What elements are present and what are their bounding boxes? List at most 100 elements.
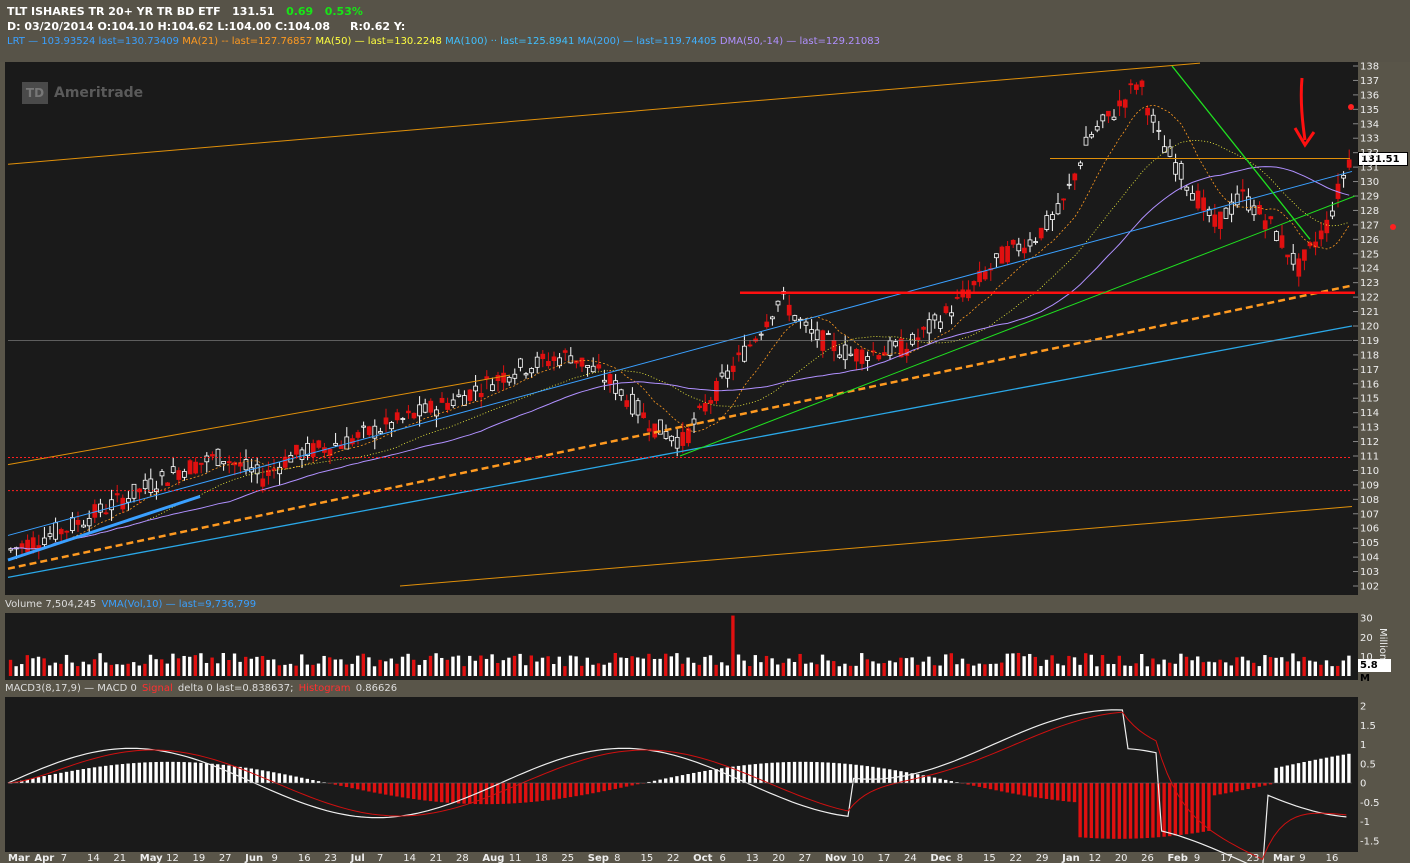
candle-body xyxy=(1010,239,1016,245)
price-tick-label: 107 xyxy=(1360,509,1379,520)
channel-upper-line xyxy=(7,62,1201,165)
volume-bar xyxy=(244,656,248,676)
macd-histogram-bar xyxy=(983,783,987,789)
uptrend-thick-line xyxy=(7,495,201,562)
volume-bar xyxy=(64,654,69,676)
volume-bar xyxy=(496,662,500,676)
volume-tick-label: 20 xyxy=(1360,633,1373,644)
price-tick-label: 133 xyxy=(1360,134,1379,145)
volume-bar xyxy=(512,655,517,676)
volume-bar xyxy=(350,663,354,676)
x-axis-label: 7 xyxy=(377,853,383,863)
x-axis-label: 27 xyxy=(219,853,232,863)
macd-histogram-bar xyxy=(210,763,214,783)
volume-bar xyxy=(221,653,225,676)
volume-bar xyxy=(580,665,584,676)
candle-body xyxy=(949,312,954,317)
volume-bar xyxy=(921,661,925,676)
macd-histogram-bar xyxy=(1095,783,1099,839)
macd-histogram-bar xyxy=(160,761,164,783)
macd-tick-label: -0.5 xyxy=(1360,798,1380,809)
macd-histogram-bar xyxy=(193,762,197,783)
candle-body xyxy=(585,365,590,368)
volume-bar xyxy=(910,657,914,676)
candle-body xyxy=(1066,183,1072,186)
volume-bar xyxy=(826,660,830,676)
macd-histogram-bar xyxy=(608,783,612,791)
macd-histogram-bar xyxy=(92,767,97,783)
macd-histogram-bar xyxy=(994,783,998,791)
candle-body xyxy=(1302,249,1307,261)
candle-body xyxy=(859,349,865,364)
volume-bar xyxy=(764,655,769,676)
macd-tick-label: 1 xyxy=(1360,740,1366,751)
candle-body xyxy=(1346,159,1352,168)
candle-body xyxy=(1089,134,1094,138)
ma200-line xyxy=(7,325,1353,578)
candle-body xyxy=(1139,80,1145,87)
candle-body xyxy=(1195,190,1201,209)
price-tick-label: 110 xyxy=(1360,466,1379,477)
macd-histogram-bar xyxy=(563,783,567,798)
candle-body xyxy=(1033,241,1038,243)
x-axis-label: Nov xyxy=(825,853,847,863)
volume-bar xyxy=(1151,658,1155,676)
volume-bar xyxy=(59,663,63,676)
x-axis-label: 22 xyxy=(667,853,680,863)
candle-body xyxy=(389,422,394,430)
volume-bar xyxy=(434,653,438,676)
x-axis-label: 12 xyxy=(1088,853,1101,863)
candle-body xyxy=(1078,162,1083,166)
candle-body xyxy=(1190,193,1195,201)
volume-bar xyxy=(36,656,41,676)
macd-histogram-bar xyxy=(776,762,780,783)
x-axis-label: 9 xyxy=(1299,853,1305,863)
volume-bar xyxy=(1263,655,1267,676)
volume-bar xyxy=(333,659,337,676)
price-tick-label: 129 xyxy=(1360,192,1379,203)
volume-bar xyxy=(266,659,270,676)
price-tick-label: 117 xyxy=(1360,365,1379,376)
price-tick-label: 135 xyxy=(1360,105,1379,116)
candle-body xyxy=(742,345,747,362)
volume-bar xyxy=(1089,654,1093,676)
macd-tick-label: 0 xyxy=(1360,779,1366,790)
ma50-line xyxy=(10,140,1350,550)
macd-histogram-bar xyxy=(507,783,511,804)
macd-histogram-bar xyxy=(1084,783,1088,838)
candle-body xyxy=(652,423,658,438)
macd-histogram-bar xyxy=(1341,754,1345,783)
dma-line xyxy=(10,166,1350,550)
macd-histogram-bar xyxy=(154,761,158,783)
price-tick-label: 136 xyxy=(1360,90,1379,101)
macd-histogram-bar xyxy=(445,783,449,803)
macd-histogram-bar xyxy=(815,762,819,783)
lrt-line xyxy=(7,170,1353,536)
x-axis-label: 12 xyxy=(166,853,179,863)
candle-body xyxy=(1100,114,1106,122)
volume-bar xyxy=(277,665,281,676)
candle-body xyxy=(1268,216,1274,220)
macd-histogram-bar xyxy=(714,769,718,783)
candle-body xyxy=(86,518,92,527)
x-axis-label: 13 xyxy=(746,853,759,863)
volume-bar xyxy=(126,663,130,676)
macd-histogram-bar xyxy=(400,783,405,798)
volume-bar xyxy=(1028,653,1032,676)
x-axis-label: 17 xyxy=(878,853,891,863)
price-tick-label: 125 xyxy=(1360,249,1379,260)
volume-bar xyxy=(1044,659,1049,676)
candle-body xyxy=(663,431,669,439)
price-tick-label: 112 xyxy=(1360,437,1379,448)
candle-body xyxy=(669,435,674,442)
volume-bar xyxy=(1033,656,1037,676)
candle-body xyxy=(294,444,299,455)
macd-histogram-bar xyxy=(770,762,774,783)
candle-body xyxy=(355,432,361,438)
macd-histogram-bar xyxy=(1022,783,1026,796)
candle-body xyxy=(1005,246,1010,263)
macd-histogram-bar xyxy=(804,761,808,783)
volume-bar xyxy=(14,666,18,676)
candle-body xyxy=(456,394,462,397)
x-axis-label: 11 xyxy=(509,853,522,863)
